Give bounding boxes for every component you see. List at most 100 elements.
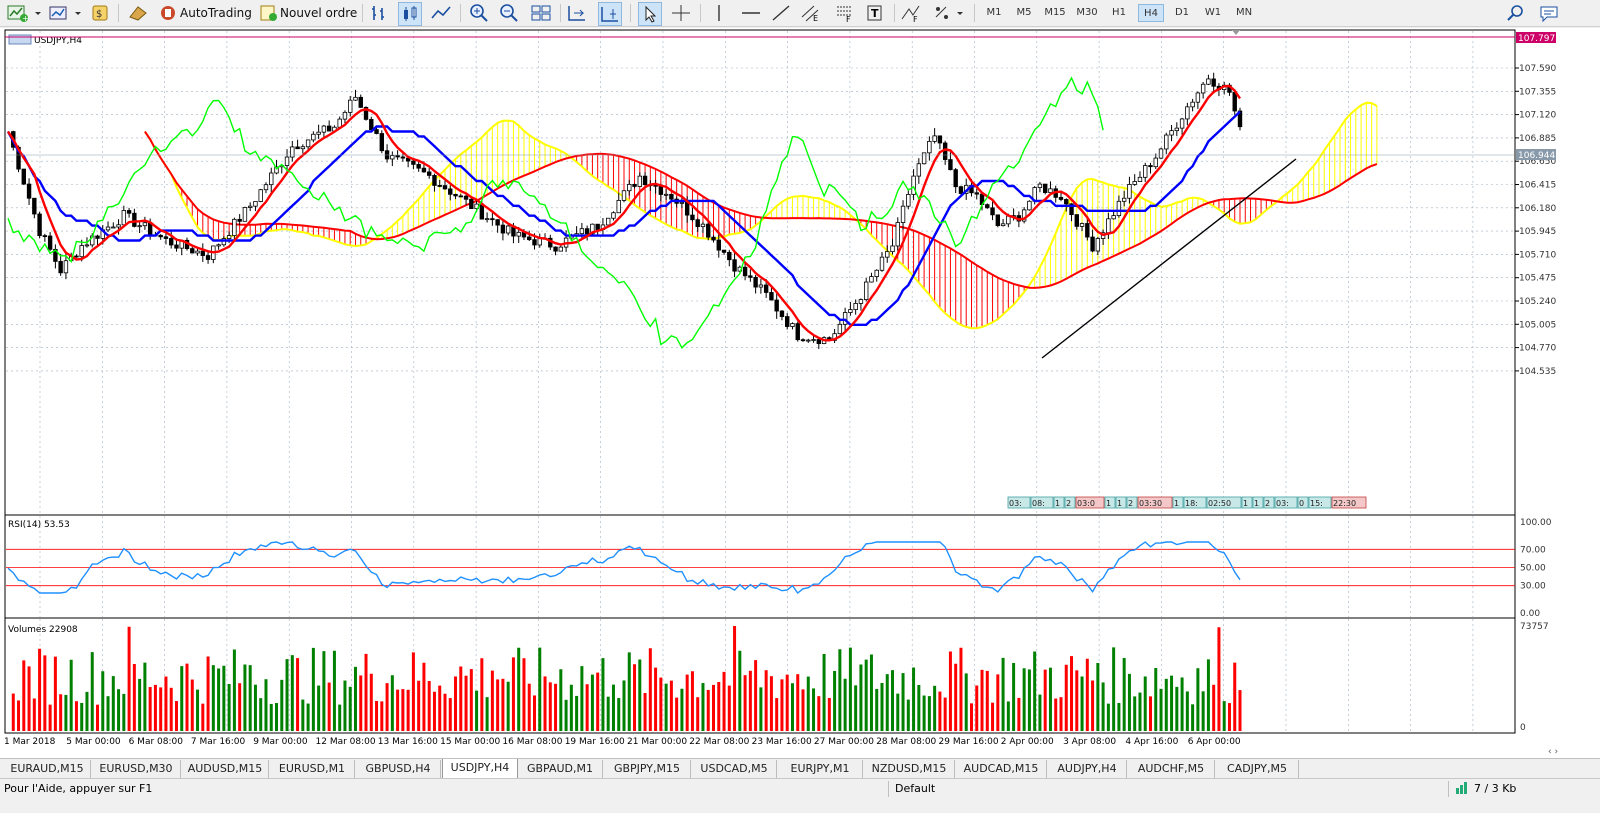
objects-icon[interactable] — [932, 2, 954, 24]
timeframe-w1[interactable]: W1 — [1200, 4, 1226, 22]
navigator-icon[interactable] — [126, 2, 150, 24]
chart-tab[interactable]: GBPUSD,H4 — [356, 760, 441, 778]
candle-body — [1037, 183, 1043, 188]
timeframe-m30[interactable]: M30 — [1074, 4, 1100, 22]
event-marker-label: 1 — [1117, 499, 1122, 508]
new-order-button[interactable]: Nouvel ordre — [258, 2, 357, 24]
chart-tab[interactable]: AUDUSD,M15 — [182, 760, 269, 778]
candle-body — [1153, 157, 1158, 168]
price-axis-label: 105.710 — [1519, 250, 1556, 260]
market-watch-icon[interactable]: $ — [90, 2, 112, 24]
cursor-icon[interactable] — [638, 2, 662, 26]
candle-body — [1079, 223, 1085, 227]
bar-chart-icon[interactable] — [368, 2, 390, 24]
timeframe-m15[interactable]: M15 — [1042, 4, 1068, 22]
chart-tab[interactable]: AUDCHF,M5 — [1128, 760, 1215, 778]
candle-body — [458, 195, 463, 198]
candle-body — [663, 193, 669, 196]
chart-window[interactable]: 107.590 107.355 107.120 106.885 106.650 106.4… — [0, 28, 1600, 758]
candle-body — [948, 159, 953, 171]
candle-body — [195, 250, 200, 254]
timeframe-d1[interactable]: D1 — [1169, 4, 1195, 22]
chart-tab[interactable]: EURJPY,M1 — [778, 760, 863, 778]
chat-icon[interactable] — [1538, 2, 1564, 24]
candle-body — [395, 155, 400, 158]
chart-shift-icon[interactable] — [598, 2, 622, 26]
candle-body — [111, 226, 116, 229]
new-chart-icon[interactable]: + — [6, 2, 30, 24]
candle-body — [37, 213, 42, 237]
dropdown-arrow-icon[interactable] — [74, 2, 82, 24]
time-axis-label: 13 Mar 16:00 — [378, 737, 438, 747]
candle-body — [811, 339, 816, 341]
tile-windows-icon[interactable] — [530, 2, 552, 24]
chart-tab[interactable]: AUDCAD,M15 — [956, 760, 1047, 778]
candle-body — [437, 185, 442, 187]
time-axis-label: 21 Mar 00:00 — [627, 737, 687, 747]
indicators-icon[interactable]: F — [900, 2, 922, 24]
candle-body — [727, 251, 732, 261]
timeframe-m5[interactable]: M5 — [1011, 4, 1037, 22]
candle-body — [1174, 127, 1180, 132]
dropdown-arrow-icon[interactable] — [34, 2, 42, 24]
candle-body — [105, 226, 111, 231]
candle-body — [495, 219, 500, 226]
candle-body — [442, 185, 448, 190]
zoom-in-icon[interactable] — [468, 2, 490, 24]
candle-body — [253, 201, 258, 207]
candlestick-chart-icon[interactable] — [398, 2, 422, 26]
horizontal-line-icon[interactable] — [740, 2, 762, 24]
chart-tab[interactable]: NZDUSD,M15 — [864, 760, 955, 778]
line-chart-icon[interactable] — [430, 2, 452, 24]
autotrading-button[interactable]: AutoTrading — [158, 2, 252, 24]
zoom-out-icon[interactable] — [498, 2, 520, 24]
timeframe-m1[interactable]: M1 — [981, 4, 1007, 22]
candle-body — [848, 309, 853, 313]
time-axis-label: 15 Mar 00:00 — [440, 737, 500, 747]
candle-body — [1000, 223, 1006, 227]
text-icon[interactable]: T — [864, 2, 886, 24]
equidistant-channel-icon[interactable]: E — [800, 2, 822, 24]
price-axis-label: 106.415 — [1519, 181, 1556, 191]
event-marker-label: 1 — [1243, 499, 1248, 508]
timeframe-h1[interactable]: H1 — [1106, 4, 1132, 22]
candle-body — [927, 140, 932, 154]
profiles-icon[interactable] — [48, 2, 72, 24]
time-axis-label: 2 Apr 00:00 — [1001, 737, 1054, 747]
candle-body — [1111, 215, 1116, 220]
auto-scroll-icon[interactable] — [566, 2, 588, 24]
chart-tab[interactable]: GBPAUD,M1 — [518, 760, 603, 778]
dropdown-arrow-icon[interactable] — [956, 2, 966, 24]
chart-tab[interactable]: EURUSD,M1 — [270, 760, 355, 778]
candle-body — [1048, 188, 1053, 193]
chart-tab[interactable]: USDCAD,M5 — [692, 760, 777, 778]
time-axis-label: 19 Mar 16:00 — [565, 737, 625, 747]
candle-body — [305, 139, 311, 148]
timeframe-mn[interactable]: MN — [1231, 4, 1257, 22]
candle-body — [595, 223, 600, 230]
candle-body — [426, 171, 432, 176]
event-marker-label: 0 — [1299, 499, 1304, 508]
chart-tab[interactable]: GBPJPY,M15 — [604, 760, 691, 778]
chart-tab[interactable]: AUDJPY,H4 — [1048, 760, 1127, 778]
timeframe-h4[interactable]: H4 — [1138, 4, 1164, 22]
candle-body — [390, 155, 395, 160]
chart-tab[interactable]: USDJPY,H4 — [442, 759, 518, 780]
event-marker-label: 1 — [1254, 499, 1259, 508]
scroll-arrows[interactable]: ‹ › — [1548, 747, 1558, 757]
candle-body — [1164, 134, 1169, 150]
trendline-icon[interactable] — [770, 2, 792, 24]
candle-body — [163, 236, 169, 239]
fibonacci-icon[interactable]: F — [834, 2, 856, 24]
chart-canvas[interactable]: 107.590107.355107.120106.885106.650106.4… — [0, 28, 1600, 758]
crosshair-icon[interactable] — [670, 2, 692, 24]
search-icon[interactable] — [1506, 2, 1526, 24]
chart-tab[interactable]: CADJPY,M5 — [1216, 760, 1299, 778]
event-marker-label: 18: — [1185, 499, 1198, 508]
event-marker-label: 2 — [1066, 499, 1071, 508]
vertical-line-icon[interactable] — [708, 2, 730, 24]
chart-tab[interactable]: EURAUD,M15 — [4, 760, 91, 778]
event-marker-label: 03: — [1009, 499, 1022, 508]
chart-tab[interactable]: EURUSD,M30 — [92, 760, 181, 778]
candle-body — [1095, 238, 1101, 252]
